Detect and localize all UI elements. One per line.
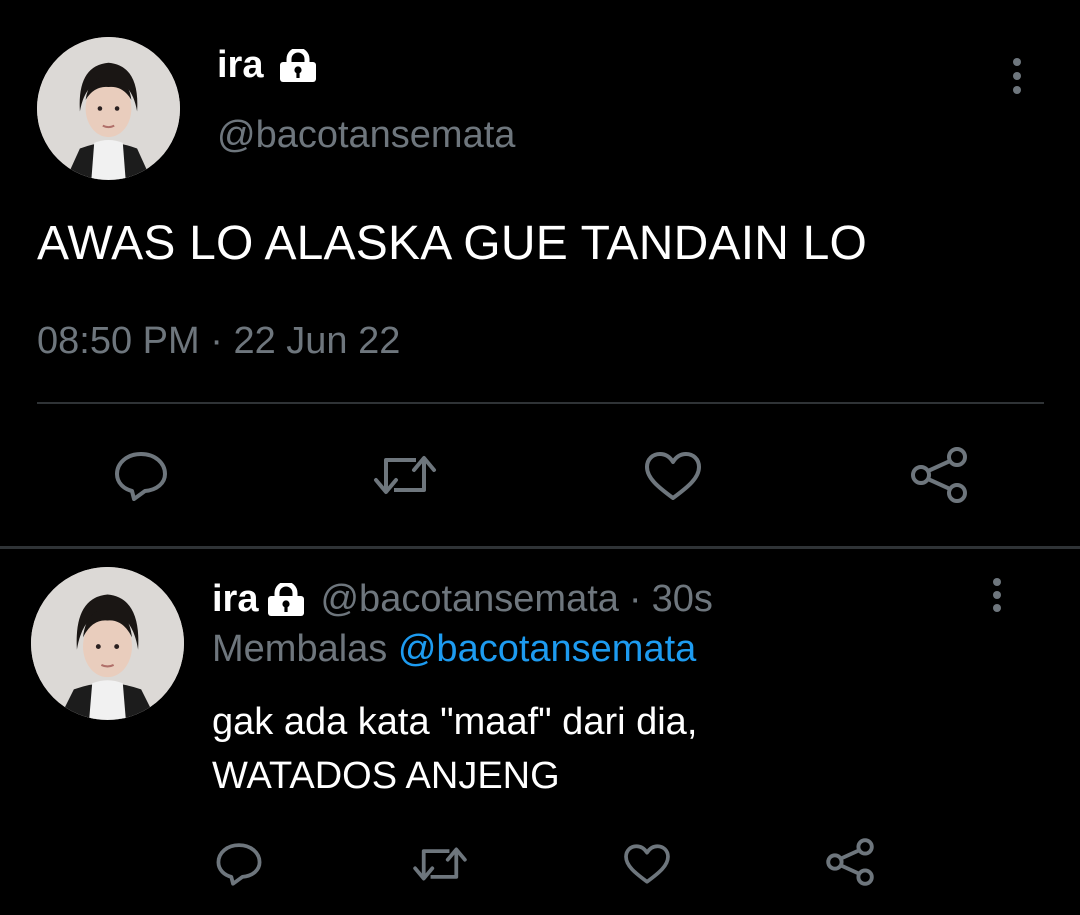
replying-to-link[interactable]: @bacotansemata: [398, 628, 696, 670]
heart-icon[interactable]: [622, 842, 672, 886]
avatar[interactable]: [37, 37, 180, 180]
more-vertical-icon[interactable]: [993, 578, 1001, 612]
separator-dot: ·: [210, 320, 223, 362]
more-vertical-icon[interactable]: [1013, 58, 1021, 94]
divider: [37, 402, 1044, 404]
reply-text-line-2: WATADOS ANJENG: [212, 755, 560, 797]
tweet-timestamp: 08:50 PM · 22 Jun 22: [37, 320, 400, 363]
tweet-date[interactable]: 22 Jun 22: [233, 320, 400, 362]
tweet-time[interactable]: 08:50 PM: [37, 320, 200, 362]
reply-icon[interactable]: [214, 840, 264, 888]
reply-author-name[interactable]: ira: [212, 578, 258, 621]
replying-to-label: Membalas: [212, 628, 388, 670]
lock-icon: [264, 583, 308, 616]
author-handle[interactable]: @bacotansemata: [217, 114, 515, 157]
reply-text-line-1: gak ada kata "maaf" dari dia,: [212, 701, 698, 743]
replying-to: Membalas @bacotansemata: [212, 628, 696, 671]
reply-icon[interactable]: [112, 448, 170, 504]
reply-avatar[interactable]: [31, 567, 184, 720]
share-icon[interactable]: [908, 444, 970, 506]
avatar-photo: [31, 567, 184, 720]
separator-dot: ·: [628, 578, 642, 620]
reply-author-handle[interactable]: @bacotansemata: [320, 578, 618, 621]
retweet-icon[interactable]: [410, 842, 470, 886]
reply-header: ira @bacotansemata · 30s: [212, 578, 713, 621]
share-icon[interactable]: [824, 836, 876, 888]
author-name[interactable]: ira: [217, 44, 263, 87]
reply-age[interactable]: 30s: [652, 578, 713, 621]
lock-icon: [276, 49, 320, 82]
retweet-icon[interactable]: [370, 450, 440, 500]
section-divider: [0, 546, 1080, 549]
avatar-photo: [37, 37, 180, 180]
heart-icon[interactable]: [642, 450, 704, 502]
tweet-text: AWAS LO ALASKA GUE TANDAIN LO: [37, 217, 868, 270]
